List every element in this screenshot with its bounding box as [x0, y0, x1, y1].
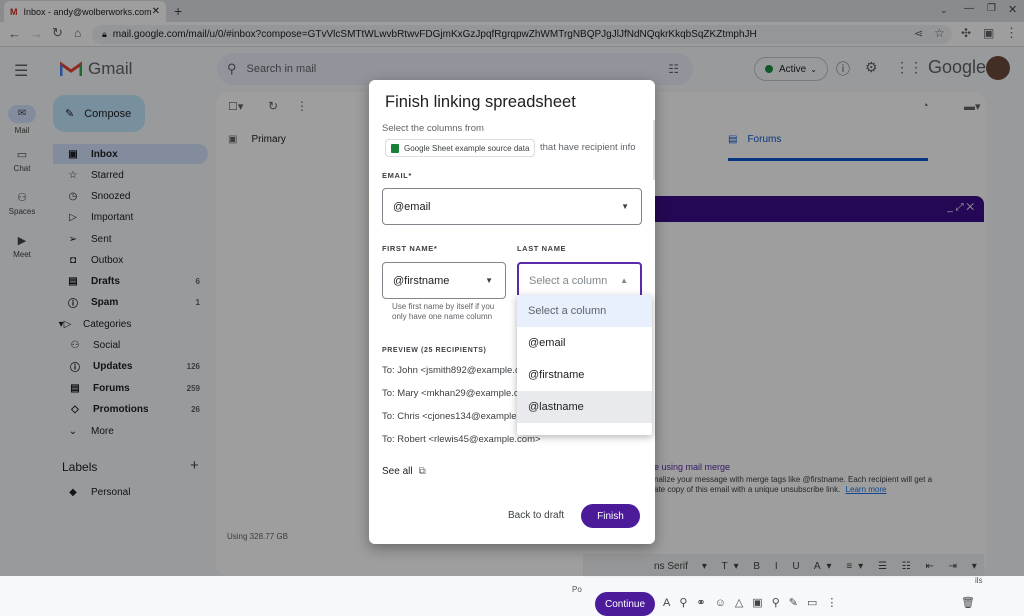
continue-button[interactable]: Continue	[595, 592, 656, 616]
compose-actions-icons[interactable]: A⚲⚭☺△▣⚲✎▭⋮	[663, 596, 846, 609]
dropdown-option[interactable]: @lastname	[517, 391, 652, 423]
dialog-title: Finish linking spreadsheet	[385, 93, 576, 111]
option-label: @firstname	[528, 369, 585, 381]
dropdown-option[interactable]: Select a column	[517, 295, 652, 327]
finish-button[interactable]: Finish	[581, 504, 640, 528]
see-all-link[interactable]: See all ⧉	[382, 466, 426, 477]
email-label: EMAIL*	[382, 171, 412, 180]
dropdown-arrow-icon: ▼	[621, 202, 629, 211]
last-name-dropdown-menu: Select a column @email @firstname @lastn…	[517, 295, 652, 435]
last-name-label: LAST NAME	[517, 244, 567, 253]
dropdown-arrow-icon: ▼	[485, 276, 493, 285]
sheets-icon	[391, 143, 399, 153]
preview-row: To: Mary <mkhan29@example.com>	[382, 388, 538, 399]
open-in-new-icon: ⧉	[418, 466, 426, 477]
option-label: @lastname	[528, 401, 584, 413]
dropdown-arrow-up-icon: ▲	[620, 276, 628, 285]
last-name-select[interactable]: Select a column ▲	[517, 262, 642, 299]
recipient-info-text: that have recipient info	[540, 142, 636, 153]
option-label: Select a column	[528, 305, 607, 317]
email-select[interactable]: @email ▼	[382, 188, 642, 225]
last-name-placeholder: Select a column	[529, 274, 608, 287]
option-label: @email	[528, 337, 566, 349]
compose-fragment-right: ils	[975, 576, 983, 585]
preview-label: PREVIEW (25 RECIPIENTS)	[382, 347, 487, 354]
preview-row: To: John <jsmith892@example.com>	[382, 365, 539, 376]
email-value: @email	[393, 200, 431, 213]
preview-row: To: Robert <rlewis45@example.com>	[382, 434, 541, 445]
sheet-chip[interactable]: Google Sheet example source data	[385, 139, 536, 157]
hint-line-2: only have one name column	[392, 312, 493, 321]
sheet-name: Google Sheet example source data	[404, 143, 530, 153]
compose-fragment: Po	[572, 585, 582, 594]
first-name-label: FIRST NAME*	[382, 244, 438, 253]
finish-label: Finish	[597, 510, 624, 522]
continue-label: Continue	[605, 598, 646, 610]
back-to-draft-button[interactable]: Back to draft	[508, 510, 564, 521]
dropdown-option[interactable]: @email	[517, 327, 652, 359]
see-all-label: See all	[382, 466, 413, 477]
first-name-value: @firstname	[393, 274, 450, 287]
dropdown-option[interactable]: @firstname	[517, 359, 652, 391]
first-name-hint: Use first name by itself if you only hav…	[392, 302, 494, 322]
discard-trash-icon[interactable]: 🗑︎	[961, 596, 975, 609]
first-name-select[interactable]: @firstname ▼	[382, 262, 506, 299]
select-columns-text: Select the columns from	[382, 123, 484, 134]
dialog-scrollbar[interactable]	[653, 120, 655, 180]
hint-line-1: Use first name by itself if you	[392, 302, 495, 311]
